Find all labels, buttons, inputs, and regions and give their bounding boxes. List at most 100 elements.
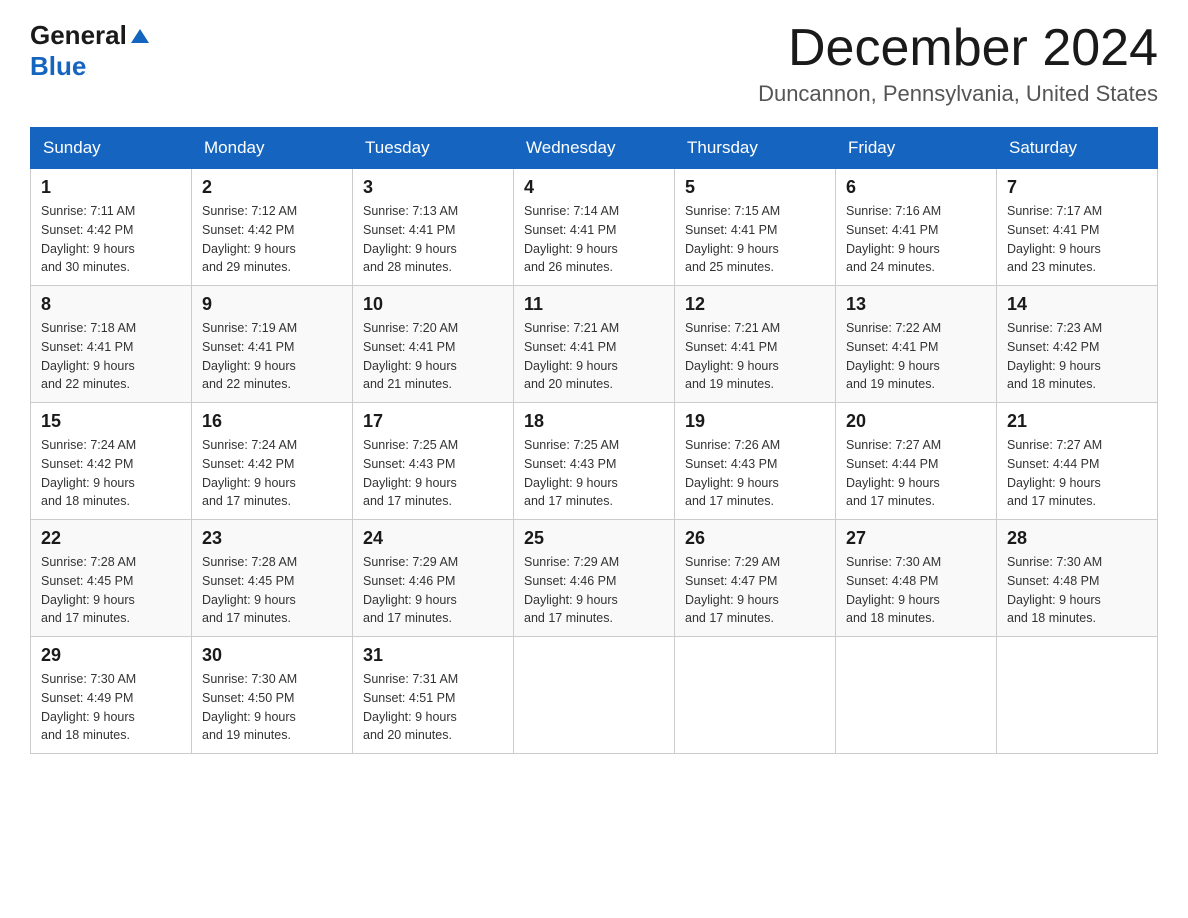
day-number: 3 — [363, 177, 503, 198]
calendar-cell: 23 Sunrise: 7:28 AM Sunset: 4:45 PM Dayl… — [192, 520, 353, 637]
calendar-cell — [836, 637, 997, 754]
day-info: Sunrise: 7:25 AM Sunset: 4:43 PM Dayligh… — [363, 436, 503, 511]
weekday-header-wednesday: Wednesday — [514, 128, 675, 169]
calendar-cell: 25 Sunrise: 7:29 AM Sunset: 4:46 PM Dayl… — [514, 520, 675, 637]
calendar-cell: 27 Sunrise: 7:30 AM Sunset: 4:48 PM Dayl… — [836, 520, 997, 637]
daylight-continued: and 23 minutes. — [1007, 260, 1096, 274]
week-row-3: 15 Sunrise: 7:24 AM Sunset: 4:42 PM Dayl… — [31, 403, 1158, 520]
week-row-1: 1 Sunrise: 7:11 AM Sunset: 4:42 PM Dayli… — [31, 169, 1158, 286]
daylight-label: Daylight: 9 hours — [846, 242, 940, 256]
calendar-cell: 13 Sunrise: 7:22 AM Sunset: 4:41 PM Dayl… — [836, 286, 997, 403]
sunrise-label: Sunrise: 7:31 AM — [363, 672, 458, 686]
sunrise-label: Sunrise: 7:16 AM — [846, 204, 941, 218]
sunset-label: Sunset: 4:41 PM — [685, 223, 777, 237]
day-info: Sunrise: 7:29 AM Sunset: 4:46 PM Dayligh… — [363, 553, 503, 628]
sunset-label: Sunset: 4:41 PM — [846, 340, 938, 354]
calendar-cell: 2 Sunrise: 7:12 AM Sunset: 4:42 PM Dayli… — [192, 169, 353, 286]
day-number: 26 — [685, 528, 825, 549]
day-number: 8 — [41, 294, 181, 315]
sunrise-label: Sunrise: 7:25 AM — [524, 438, 619, 452]
daylight-continued: and 18 minutes. — [41, 728, 130, 742]
sunrise-label: Sunrise: 7:30 AM — [202, 672, 297, 686]
daylight-label: Daylight: 9 hours — [41, 476, 135, 490]
day-info: Sunrise: 7:16 AM Sunset: 4:41 PM Dayligh… — [846, 202, 986, 277]
sunrise-label: Sunrise: 7:21 AM — [524, 321, 619, 335]
daylight-continued: and 25 minutes. — [685, 260, 774, 274]
sunset-label: Sunset: 4:49 PM — [41, 691, 133, 705]
sunset-label: Sunset: 4:41 PM — [685, 340, 777, 354]
calendar-cell: 14 Sunrise: 7:23 AM Sunset: 4:42 PM Dayl… — [997, 286, 1158, 403]
daylight-label: Daylight: 9 hours — [363, 242, 457, 256]
daylight-continued: and 18 minutes. — [41, 494, 130, 508]
page-header: General Blue December 2024 Duncannon, Pe… — [30, 20, 1158, 107]
day-number: 2 — [202, 177, 342, 198]
day-info: Sunrise: 7:27 AM Sunset: 4:44 PM Dayligh… — [846, 436, 986, 511]
weekday-header-monday: Monday — [192, 128, 353, 169]
sunrise-label: Sunrise: 7:20 AM — [363, 321, 458, 335]
daylight-continued: and 17 minutes. — [363, 611, 452, 625]
daylight-label: Daylight: 9 hours — [685, 242, 779, 256]
calendar-cell: 9 Sunrise: 7:19 AM Sunset: 4:41 PM Dayli… — [192, 286, 353, 403]
sunrise-label: Sunrise: 7:29 AM — [524, 555, 619, 569]
daylight-continued: and 17 minutes. — [202, 494, 291, 508]
day-number: 12 — [685, 294, 825, 315]
daylight-continued: and 20 minutes. — [524, 377, 613, 391]
day-number: 7 — [1007, 177, 1147, 198]
day-info: Sunrise: 7:25 AM Sunset: 4:43 PM Dayligh… — [524, 436, 664, 511]
day-info: Sunrise: 7:26 AM Sunset: 4:43 PM Dayligh… — [685, 436, 825, 511]
sunrise-label: Sunrise: 7:26 AM — [685, 438, 780, 452]
daylight-label: Daylight: 9 hours — [1007, 242, 1101, 256]
sunrise-label: Sunrise: 7:29 AM — [363, 555, 458, 569]
week-row-2: 8 Sunrise: 7:18 AM Sunset: 4:41 PM Dayli… — [31, 286, 1158, 403]
daylight-continued: and 19 minutes. — [685, 377, 774, 391]
sunset-label: Sunset: 4:42 PM — [41, 223, 133, 237]
day-info: Sunrise: 7:24 AM Sunset: 4:42 PM Dayligh… — [41, 436, 181, 511]
calendar-cell: 4 Sunrise: 7:14 AM Sunset: 4:41 PM Dayli… — [514, 169, 675, 286]
sunset-label: Sunset: 4:41 PM — [41, 340, 133, 354]
day-info: Sunrise: 7:15 AM Sunset: 4:41 PM Dayligh… — [685, 202, 825, 277]
sunrise-label: Sunrise: 7:17 AM — [1007, 204, 1102, 218]
logo-blue-text: Blue — [30, 51, 86, 81]
day-number: 1 — [41, 177, 181, 198]
sunrise-label: Sunrise: 7:28 AM — [41, 555, 136, 569]
sunrise-label: Sunrise: 7:30 AM — [41, 672, 136, 686]
sunset-label: Sunset: 4:42 PM — [1007, 340, 1099, 354]
daylight-continued: and 19 minutes. — [846, 377, 935, 391]
sunrise-label: Sunrise: 7:30 AM — [846, 555, 941, 569]
daylight-label: Daylight: 9 hours — [524, 593, 618, 607]
day-number: 9 — [202, 294, 342, 315]
calendar-cell: 31 Sunrise: 7:31 AM Sunset: 4:51 PM Dayl… — [353, 637, 514, 754]
sunrise-label: Sunrise: 7:24 AM — [41, 438, 136, 452]
day-info: Sunrise: 7:27 AM Sunset: 4:44 PM Dayligh… — [1007, 436, 1147, 511]
day-number: 13 — [846, 294, 986, 315]
sunset-label: Sunset: 4:41 PM — [846, 223, 938, 237]
daylight-label: Daylight: 9 hours — [524, 359, 618, 373]
daylight-continued: and 21 minutes. — [363, 377, 452, 391]
daylight-continued: and 18 minutes. — [846, 611, 935, 625]
day-info: Sunrise: 7:30 AM Sunset: 4:49 PM Dayligh… — [41, 670, 181, 745]
sunset-label: Sunset: 4:41 PM — [524, 223, 616, 237]
day-info: Sunrise: 7:29 AM Sunset: 4:47 PM Dayligh… — [685, 553, 825, 628]
calendar-cell: 18 Sunrise: 7:25 AM Sunset: 4:43 PM Dayl… — [514, 403, 675, 520]
daylight-continued: and 22 minutes. — [41, 377, 130, 391]
daylight-continued: and 17 minutes. — [524, 611, 613, 625]
calendar-cell: 20 Sunrise: 7:27 AM Sunset: 4:44 PM Dayl… — [836, 403, 997, 520]
day-number: 16 — [202, 411, 342, 432]
day-number: 6 — [846, 177, 986, 198]
week-row-4: 22 Sunrise: 7:28 AM Sunset: 4:45 PM Dayl… — [31, 520, 1158, 637]
daylight-label: Daylight: 9 hours — [202, 710, 296, 724]
week-row-5: 29 Sunrise: 7:30 AM Sunset: 4:49 PM Dayl… — [31, 637, 1158, 754]
calendar-cell — [514, 637, 675, 754]
calendar-cell: 10 Sunrise: 7:20 AM Sunset: 4:41 PM Dayl… — [353, 286, 514, 403]
sunrise-label: Sunrise: 7:12 AM — [202, 204, 297, 218]
day-info: Sunrise: 7:13 AM Sunset: 4:41 PM Dayligh… — [363, 202, 503, 277]
day-info: Sunrise: 7:14 AM Sunset: 4:41 PM Dayligh… — [524, 202, 664, 277]
sunset-label: Sunset: 4:44 PM — [1007, 457, 1099, 471]
day-number: 17 — [363, 411, 503, 432]
day-number: 23 — [202, 528, 342, 549]
calendar-cell: 6 Sunrise: 7:16 AM Sunset: 4:41 PM Dayli… — [836, 169, 997, 286]
daylight-label: Daylight: 9 hours — [363, 476, 457, 490]
calendar-cell: 29 Sunrise: 7:30 AM Sunset: 4:49 PM Dayl… — [31, 637, 192, 754]
day-info: Sunrise: 7:28 AM Sunset: 4:45 PM Dayligh… — [41, 553, 181, 628]
weekday-header-thursday: Thursday — [675, 128, 836, 169]
